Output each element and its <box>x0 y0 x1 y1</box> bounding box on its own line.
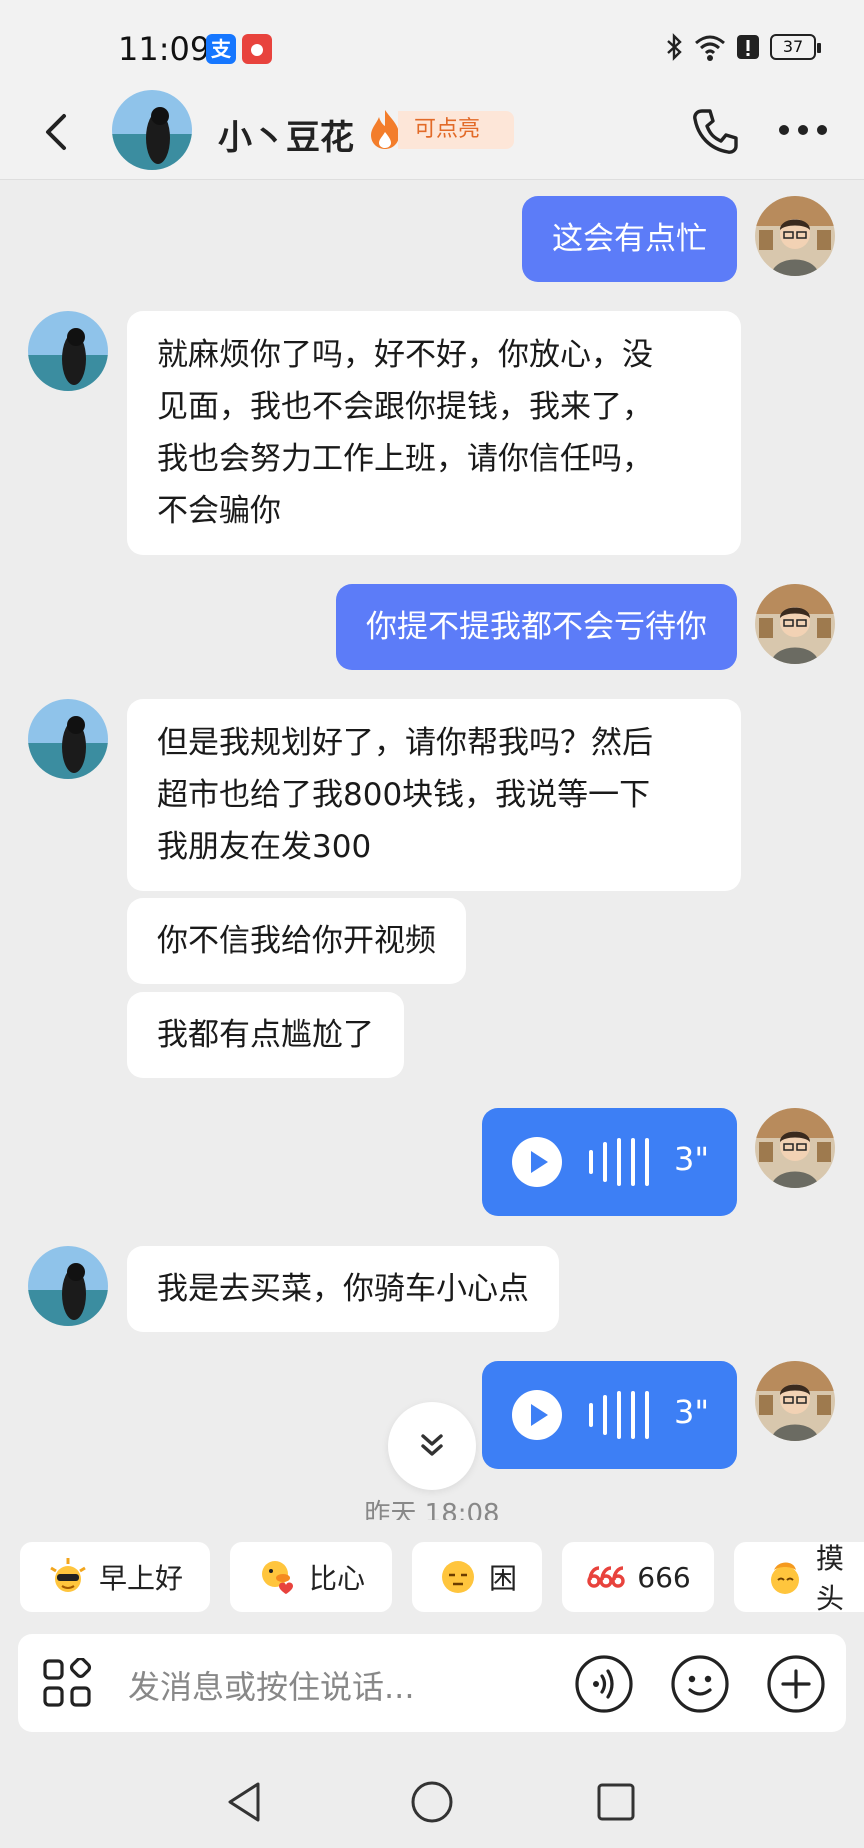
message-text: 这会有点忙 <box>552 221 707 257</box>
message-incoming[interactable]: 我是去买菜，你骑车小心点 <box>127 1246 559 1332</box>
bluetooth-icon <box>664 32 684 62</box>
chat-header: 小丶豆花 可点亮 <box>0 84 864 180</box>
back-button[interactable] <box>38 108 78 156</box>
666-sticker-icon <box>585 1556 627 1598</box>
message-input[interactable]: 发消息或按住说话... <box>128 1662 415 1708</box>
message-incoming[interactable]: 我都有点尴尬了 <box>127 992 404 1078</box>
quick-reply-chip[interactable]: 666 <box>562 1542 714 1612</box>
flame-icon <box>368 108 402 150</box>
message-line: 见面，我也不会跟你提钱，我来了， <box>157 389 653 425</box>
pat-head-emoji-icon <box>764 1556 806 1598</box>
duck-heart-emoji-icon <box>257 1556 299 1598</box>
light-up-badge[interactable]: 可点亮 <box>398 111 514 149</box>
message-line: 超市也给了我800块钱，我说等一下 <box>157 777 651 813</box>
add-more-button[interactable] <box>766 1654 826 1714</box>
message-outgoing[interactable]: 这会有点忙 <box>522 196 737 282</box>
my-avatar[interactable] <box>755 1108 835 1188</box>
phone-call-button[interactable] <box>690 106 740 156</box>
my-avatar[interactable] <box>755 196 835 276</box>
quick-reply-label: 666 <box>637 1560 691 1594</box>
apps-grid-icon[interactable] <box>42 1656 92 1708</box>
message-text: 你不信我给你开视频 <box>157 923 436 959</box>
quick-reply-label: 早上好 <box>98 1562 183 1595</box>
message-outgoing[interactable]: 你提不提我都不会亏待你 <box>336 584 737 670</box>
nav-back-icon[interactable] <box>222 1778 270 1826</box>
quick-reply-chip[interactable]: 摸头 <box>734 1542 864 1615</box>
system-nav-bar <box>0 1760 864 1848</box>
nav-recents-icon[interactable] <box>592 1778 640 1826</box>
status-time: 11:09 <box>118 30 211 68</box>
play-icon[interactable] <box>512 1390 562 1440</box>
waveform-icon <box>588 1389 652 1441</box>
message-text: 我是去买菜，你骑车小心点 <box>157 1271 529 1307</box>
message-line: 我朋友在发300 <box>157 829 372 865</box>
message-line: 我也会努力工作上班，请你信任吗， <box>157 441 653 477</box>
message-timestamp: 昨天 18:08 <box>364 1499 500 1520</box>
message-line: 不会骗你 <box>157 493 281 529</box>
quick-reply-chip[interactable]: 比心 <box>230 1542 392 1612</box>
voice-input-button[interactable] <box>574 1654 634 1714</box>
message-incoming[interactable]: 但是我规划好了，请你帮我吗？然后 超市也给了我800块钱，我说等一下 我朋友在发… <box>127 699 741 891</box>
contact-avatar[interactable] <box>28 1246 108 1326</box>
contact-avatar[interactable] <box>28 311 108 391</box>
waveform-icon <box>588 1136 652 1188</box>
sleepy-face-emoji-icon <box>437 1556 479 1598</box>
message-text: 你提不提我都不会亏待你 <box>366 609 707 645</box>
quick-reply-bar: 早上好 比心 困 666 摸头 <box>0 1520 864 1648</box>
my-avatar[interactable] <box>755 1361 835 1441</box>
contact-avatar[interactable] <box>28 699 108 779</box>
voice-message[interactable]: 3" <box>482 1361 737 1469</box>
quick-reply-chip[interactable]: 早上好 <box>20 1542 210 1612</box>
alipay-icon: 支 <box>206 34 236 64</box>
status-bar: 11:09 支 37 <box>0 0 864 96</box>
nav-home-icon[interactable] <box>408 1778 456 1826</box>
voice-duration: 3" <box>674 1140 710 1178</box>
quick-reply-label: 摸头 <box>816 1542 845 1615</box>
voice-message[interactable]: 3" <box>482 1108 737 1216</box>
alert-icon <box>736 32 760 62</box>
wifi-icon <box>694 32 726 62</box>
scroll-to-bottom-button[interactable] <box>388 1402 476 1490</box>
status-indicators: 37 <box>664 32 821 62</box>
huawei-app-icon <box>242 34 272 64</box>
quick-reply-label: 比心 <box>308 1562 365 1595</box>
play-icon[interactable] <box>512 1137 562 1187</box>
battery-indicator: 37 <box>770 34 821 60</box>
emoji-button[interactable] <box>670 1654 730 1714</box>
message-text: 我都有点尴尬了 <box>157 1017 374 1053</box>
sun-sunglasses-emoji-icon <box>47 1556 89 1598</box>
my-avatar[interactable] <box>755 584 835 664</box>
voice-duration: 3" <box>674 1393 710 1431</box>
quick-reply-chip[interactable]: 困 <box>412 1542 542 1612</box>
contact-avatar[interactable] <box>112 90 192 170</box>
message-line: 就麻烦你了吗，好不好，你放心，没 <box>157 337 653 373</box>
more-options-button[interactable] <box>778 120 828 140</box>
message-input-bar: 发消息或按住说话... <box>18 1634 846 1732</box>
message-incoming[interactable]: 就麻烦你了吗，好不好，你放心，没 见面，我也不会跟你提钱，我来了， 我也会努力工… <box>127 311 741 555</box>
message-incoming[interactable]: 你不信我给你开视频 <box>127 898 466 984</box>
quick-reply-label: 困 <box>488 1562 517 1595</box>
message-line: 但是我规划好了，请你帮我吗？然后 <box>157 725 653 761</box>
contact-name[interactable]: 小丶豆花 <box>218 110 354 159</box>
